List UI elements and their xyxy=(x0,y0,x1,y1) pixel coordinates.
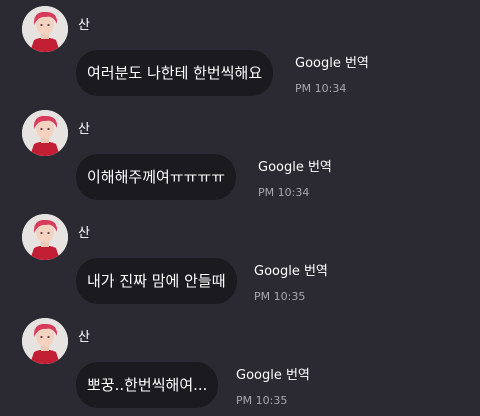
message-timestamp: PM 10:34 xyxy=(258,186,310,199)
chat-message: 산 뽀꿍..한번씩해여... Google 번역 PM 10:35 xyxy=(0,312,480,416)
avatar-image xyxy=(22,6,68,52)
message-bubble[interactable]: 이해해주께여ㅠㅠㅠㅠ xyxy=(76,154,237,200)
sender-name: 산 xyxy=(78,122,90,137)
sender-name: 산 xyxy=(78,226,90,241)
message-timestamp: PM 10:35 xyxy=(254,290,306,303)
avatar[interactable] xyxy=(22,318,68,364)
google-translate-link[interactable]: Google 번역 xyxy=(236,364,310,383)
google-translate-link[interactable]: Google 번역 xyxy=(258,156,332,175)
chat-message: 산 여러분도 나한테 한번씩해요 Google 번역 PM 10:34 xyxy=(0,0,480,104)
avatar[interactable] xyxy=(22,110,68,156)
message-bubble[interactable]: 뽀꿍..한번씩해여... xyxy=(76,362,219,408)
chat-message: 산 이해해주께여ㅠㅠㅠㅠ Google 번역 PM 10:34 xyxy=(0,104,480,208)
message-bubble[interactable]: 여러분도 나한테 한번씩해요 xyxy=(76,50,274,96)
google-translate-link[interactable]: Google 번역 xyxy=(295,52,369,71)
sender-name: 산 xyxy=(78,330,90,345)
google-translate-link[interactable]: Google 번역 xyxy=(254,260,328,279)
avatar[interactable] xyxy=(22,6,68,52)
chat-message: 산 내가 진짜 맘에 안들때 Google 번역 PM 10:35 xyxy=(0,208,480,312)
avatar[interactable] xyxy=(22,214,68,260)
message-bubble[interactable]: 내가 진짜 맘에 안들때 xyxy=(76,258,237,304)
avatar-image xyxy=(22,214,68,260)
avatar-image xyxy=(22,318,68,364)
message-timestamp: PM 10:34 xyxy=(295,82,347,95)
message-timestamp: PM 10:35 xyxy=(236,394,288,407)
avatar-image xyxy=(22,110,68,156)
sender-name: 산 xyxy=(78,18,90,33)
